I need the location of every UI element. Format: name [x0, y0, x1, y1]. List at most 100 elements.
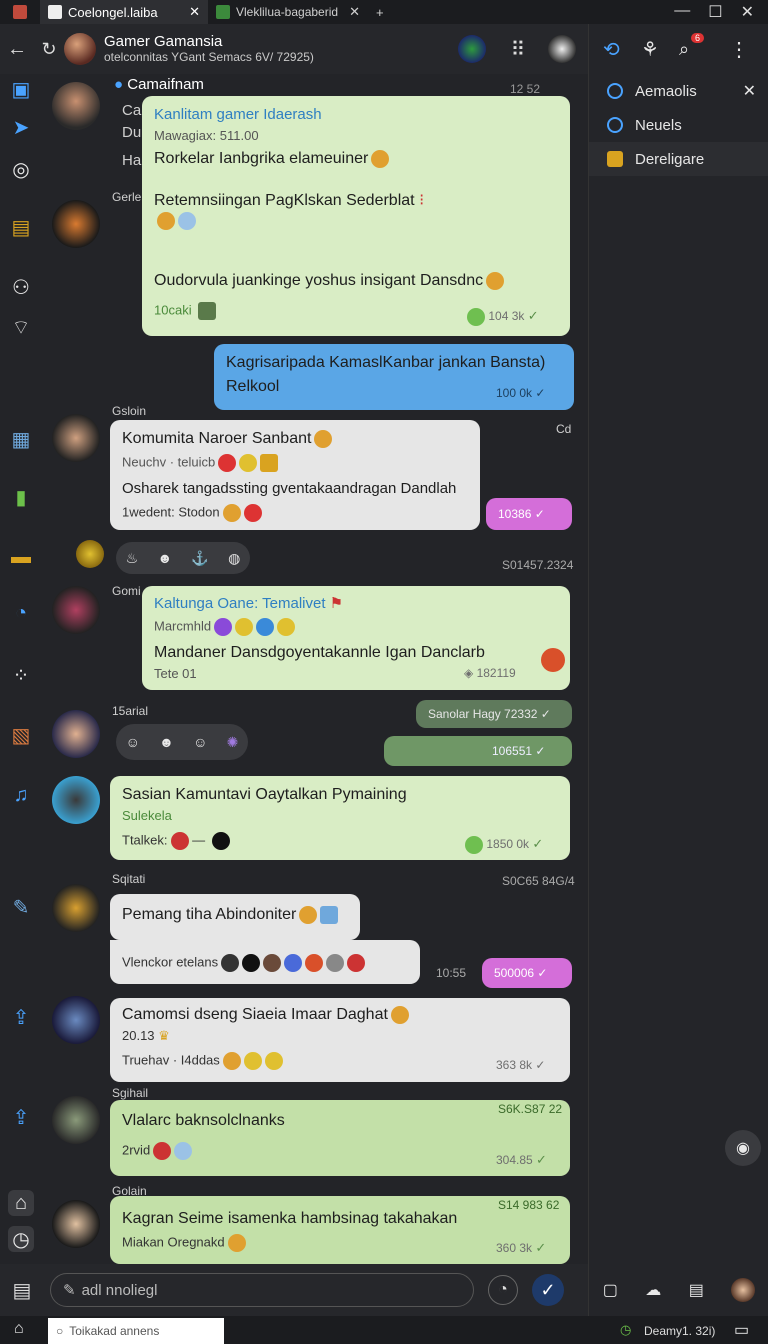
message-bubble[interactable]: Camomsi dseng Siaeia Imaar Daghat 20.13 … — [110, 998, 570, 1082]
reaction-strip[interactable]: ♨ ☻ ⚓ ◍ — [116, 542, 250, 574]
emoji-picker-icon[interactable]: ◔ — [488, 1275, 518, 1305]
sender-avatar[interactable] — [52, 776, 100, 824]
home-icon[interactable]: ⌂ — [8, 1190, 34, 1216]
maximize-button[interactable]: ☐ — [708, 2, 722, 22]
home-icon[interactable]: ⌂ — [14, 1320, 24, 1338]
panel-item-aemaolis[interactable]: Aemaolis ✕ — [589, 74, 768, 108]
emoji-icon — [326, 954, 345, 972]
tab-active[interactable]: Coelongel.laiba ✕ — [40, 0, 208, 24]
keyboard-icon[interactable]: ▭ — [734, 1320, 749, 1340]
document-icon[interactable]: ▤ — [8, 214, 34, 240]
text: 10caki — [154, 302, 192, 318]
sender-avatar[interactable] — [52, 996, 100, 1044]
game-icon — [198, 302, 217, 320]
message-bubble[interactable]: Kaltunga Oane: Temalivet ⚑ Marcmhld Mand… — [142, 586, 570, 690]
message-tag: Tete 01 — [154, 666, 197, 681]
location-button[interactable]: ◉ — [725, 1130, 761, 1166]
new-tab-button[interactable]: + — [368, 0, 392, 24]
wifi-icon[interactable]: ⌔ — [8, 314, 34, 340]
sender-avatar[interactable] — [52, 884, 100, 932]
message-bubble[interactable]: Sasian Kamuntavi Oaytalkan Pymaining Sul… — [110, 776, 570, 860]
message-bubble[interactable]: Vlalarc baknsolclnanks S6K.S87 22 2rvid … — [110, 1100, 570, 1176]
game-avatar[interactable] — [458, 35, 486, 63]
read-check-icon: ✓ — [532, 836, 544, 852]
close-window-button[interactable]: ✕ — [741, 2, 754, 22]
clock-icon — [607, 83, 623, 99]
dots-icon[interactable]: ⁘ — [8, 662, 34, 688]
emoji-icon — [243, 504, 262, 522]
message-bubble[interactable]: Komumita Naroer Sanbant Neuchv · teluicb… — [110, 420, 480, 530]
photo-icon[interactable]: ▧ — [8, 722, 34, 748]
refresh-icon[interactable]: ↻ — [34, 31, 64, 67]
chat-bubble-icon[interactable]: ◔ — [8, 600, 34, 626]
taskbar-search[interactable]: ○ Toikakad annens — [48, 1318, 224, 1344]
apps-grid-icon[interactable]: ⠿ — [500, 31, 536, 67]
upload-icon[interactable]: ⇪ — [8, 1104, 34, 1130]
message-bubble[interactable]: Kanlitam gamer Idaerash Mawagiax: 511.00… — [142, 96, 570, 336]
share-icon[interactable]: ⚘ — [641, 37, 665, 62]
sender-avatar[interactable] — [52, 414, 100, 462]
people-icon[interactable]: ⚇ — [8, 274, 34, 300]
upload-icon[interactable]: ⇪ — [8, 1004, 34, 1030]
message-text: 2rvid — [122, 1142, 193, 1160]
sender-avatar[interactable] — [76, 540, 104, 568]
timer-icon[interactable]: ◷ — [8, 1226, 34, 1252]
back-arrow-icon[interactable]: ← — [0, 31, 34, 67]
music-icon[interactable]: ♫ — [8, 782, 34, 808]
close-panel-icon[interactable]: ✕ — [743, 81, 756, 101]
user-avatar[interactable] — [548, 35, 576, 63]
sender-avatar[interactable] — [52, 1200, 100, 1248]
emoji-icon — [486, 272, 505, 290]
panel-item-label: Aemaolis — [635, 82, 697, 100]
sender-avatar[interactable] — [52, 586, 100, 634]
group-avatar[interactable] — [64, 33, 96, 65]
message-bubble-outgoing[interactable]: Kagrisaripada KamaslKanbar jankan Bansta… — [214, 344, 574, 410]
search-icon[interactable]: ⌕ 6 — [679, 32, 705, 60]
message-bubble[interactable]: Vlenckor etelans — [110, 940, 420, 984]
message-bubble[interactable]: Pemang tiha Abindoniter — [110, 894, 360, 940]
sender-avatar[interactable] — [52, 710, 100, 758]
more-options-icon[interactable]: ⋮ — [729, 37, 749, 62]
tab-close-icon[interactable]: ✕ — [189, 4, 200, 20]
folder-icon[interactable]: ▬ — [8, 544, 34, 570]
sender-name: Gsloin — [112, 404, 147, 418]
profile-avatar[interactable] — [731, 1278, 756, 1302]
sync-icon[interactable]: ⟲ — [603, 37, 627, 62]
panel-item-dereligare[interactable]: Dereligare — [589, 142, 768, 176]
sender-name[interactable]: ● Camaifnam — [114, 76, 204, 93]
edit-icon[interactable]: ✎ — [8, 894, 34, 920]
reaction-strip[interactable]: ☺ ☻ ☺ ✺ — [116, 724, 248, 760]
panel-item-neuels[interactable]: Neuels — [589, 108, 768, 142]
sender-avatar[interactable] — [52, 200, 100, 248]
page-title: Gamer Gamansia — [104, 33, 223, 51]
anchor-icon: ⚓ — [191, 549, 209, 566]
message-pill[interactable]: 106551 ✓ — [384, 736, 572, 766]
inbox-icon[interactable]: ▣ — [8, 76, 34, 102]
window-icon[interactable]: ▢ — [603, 1280, 618, 1300]
message-pill[interactable]: 500006 ✓ — [482, 958, 572, 988]
gallery-icon[interactable]: ▦ — [8, 426, 34, 452]
send-icon[interactable]: ➤ — [8, 114, 34, 140]
snippet: Ha — [122, 152, 142, 169]
tab-favicon-left[interactable] — [0, 0, 40, 24]
send-button[interactable]: ✓ — [532, 1274, 564, 1306]
compass-icon[interactable]: ◎ — [8, 156, 34, 182]
message-title: Camomsi dseng Siaeia Imaar Daghat — [122, 1006, 409, 1024]
tab-close-icon[interactable]: ✕ — [349, 4, 360, 20]
message-pill[interactable]: Sanolar Hagy 72332 ✓ — [416, 700, 572, 728]
tab-inactive[interactable]: Vleklilua-bagaberid ✕ — [208, 0, 368, 24]
emoji-icon — [305, 954, 324, 972]
attach-file-icon[interactable]: ▤ — [4, 1272, 40, 1308]
message-time: ◈ 182119 — [464, 666, 516, 680]
message-input[interactable]: ✎ adl nnoliegl — [50, 1273, 474, 1307]
sender-avatar[interactable] — [52, 82, 100, 130]
battery-icon[interactable]: ▮ — [8, 484, 34, 510]
message-bubble[interactable]: S14 983 62 Kagran Seime isamenka hambsin… — [110, 1196, 570, 1264]
emoji-icon — [211, 832, 230, 850]
message-pill[interactable]: 10386 ✓ — [486, 498, 572, 530]
clipboard-icon[interactable]: ▤ — [689, 1280, 704, 1300]
header-titles[interactable]: Gamer Gamansia otelconnitas YGant Semacs… — [104, 34, 314, 64]
sender-avatar[interactable] — [52, 1096, 100, 1144]
minimize-button[interactable]: — — [674, 2, 690, 22]
cloud-icon[interactable]: ☁ — [645, 1280, 661, 1300]
